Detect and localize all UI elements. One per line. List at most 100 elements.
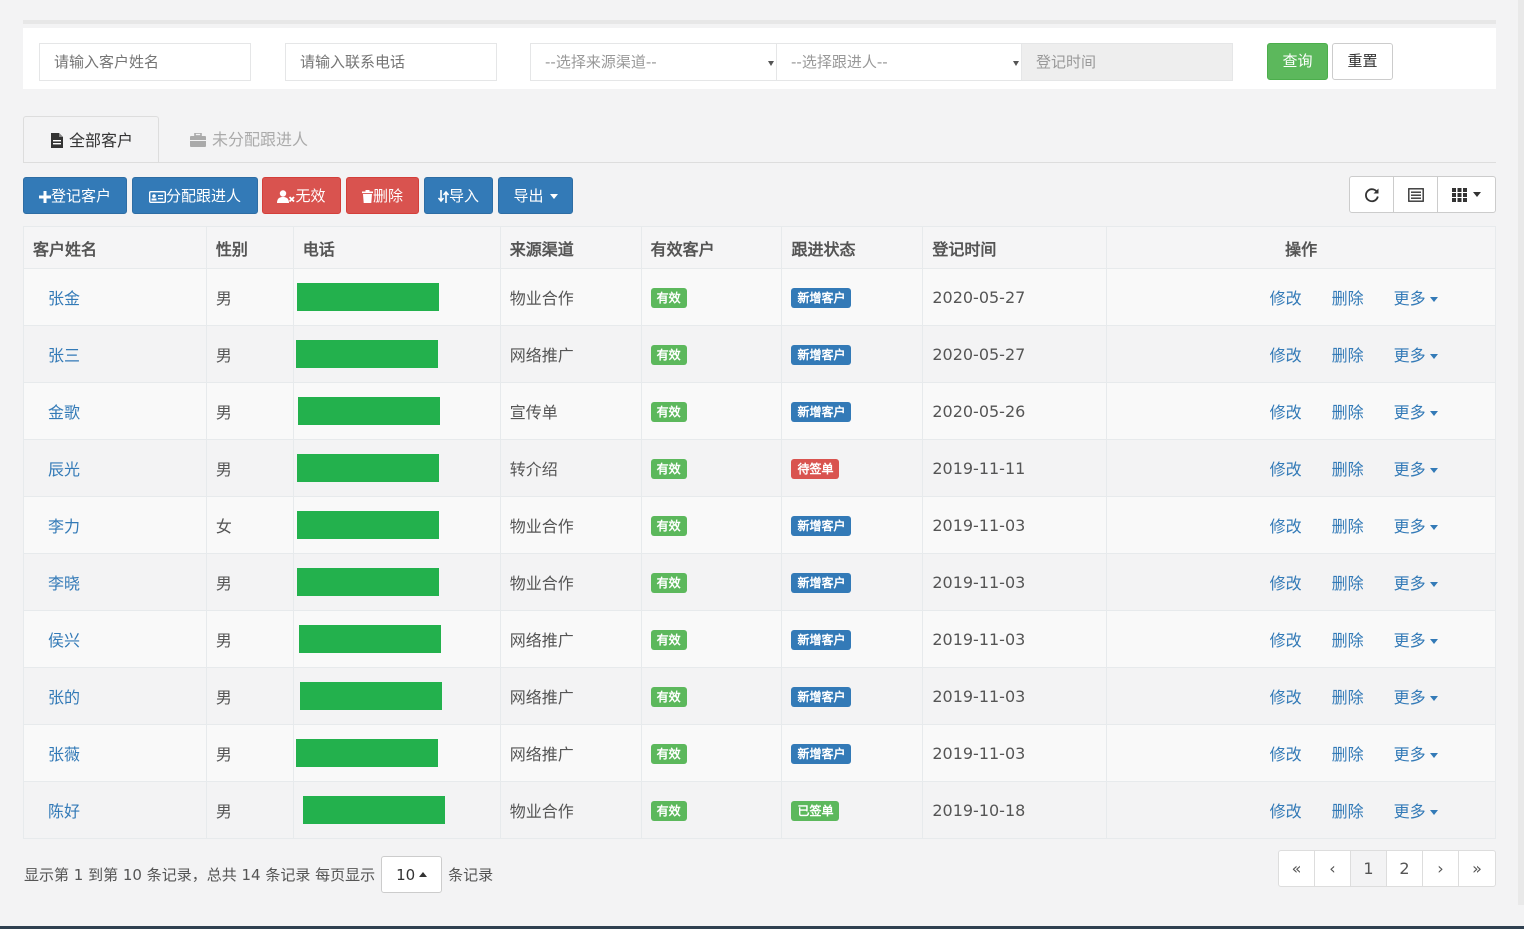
source-cell: 物业合作 [499,781,642,839]
source-cell: 转介绍 [499,439,642,497]
refresh-button[interactable] [1350,177,1394,212]
column-header-gender[interactable]: 性别 [205,226,294,269]
gender-cell: 男 [205,268,294,326]
gender-cell: 男 [205,724,294,782]
table-row: 陈好男 物业合作 有效 已签单 2019-10-18 修改 删除 更多 [23,781,1496,839]
follower-select[interactable]: --选择跟进人-- [776,43,1022,81]
customer-name-link[interactable]: 张三 [23,325,207,383]
customer-name-link[interactable]: 李晓 [23,553,207,611]
column-header-status[interactable]: 跟进状态 [781,226,924,269]
import-button[interactable]: 导入 [424,177,493,214]
phone-redaction [296,454,439,482]
page-first-button[interactable]: « [1279,851,1315,886]
customer-name-link[interactable]: 金歌 [23,382,207,440]
register-customer-button[interactable]: 登记客户 [23,177,127,214]
customer-name-link[interactable]: 张薇 [23,724,207,782]
valid-cell: 有效 [640,439,783,497]
customer-name-link[interactable]: 侯兴 [23,610,207,668]
assign-follower-label: 分配跟进人 [165,187,241,205]
page-prev-button[interactable]: ‹ [1315,851,1351,886]
tab-unassigned[interactable]: 未分配跟进人 [168,116,330,163]
phone-cell [292,610,501,668]
export-dropdown-button[interactable]: 导出 [498,177,573,214]
more-dropdown[interactable]: 更多 [1394,285,1438,309]
valid-badge: 有效 [650,572,687,593]
more-dropdown[interactable]: 更多 [1394,627,1438,651]
query-button[interactable]: 查询 [1267,43,1328,80]
status-badge: 新增客户 [791,401,852,422]
columns-dropdown-button[interactable] [1438,177,1495,212]
customer-name-input[interactable] [39,43,251,81]
scrollbar-track[interactable] [1518,0,1524,905]
phone-input[interactable] [285,43,497,81]
delete-link[interactable]: 删除 [1332,570,1364,594]
more-dropdown[interactable]: 更多 [1394,570,1438,594]
column-header-source[interactable]: 来源渠道 [499,226,642,269]
more-dropdown[interactable]: 更多 [1394,342,1438,366]
edit-link[interactable]: 修改 [1270,627,1302,651]
invalid-button[interactable]: 无效 [262,177,341,214]
delete-link[interactable]: 删除 [1332,798,1364,822]
customer-name-link[interactable]: 张金 [23,268,207,326]
column-header-valid[interactable]: 有效客户 [640,226,783,269]
customer-name-link[interactable]: 陈好 [23,781,207,839]
assign-follower-button[interactable]: 分配跟进人 [132,177,258,214]
id-card-icon [148,190,166,204]
register-date-input[interactable]: 登记时间 [1021,43,1233,81]
table-body: 张金男物业合作 有效 新增客户 2020-05-27 修改 删除 更多 张三男网络推广 有效 新增… [23,268,1496,839]
more-dropdown[interactable]: 更多 [1394,399,1438,423]
chevron-down-icon [1429,753,1438,758]
chevron-down-icon [1473,192,1481,197]
edit-link[interactable]: 修改 [1270,798,1302,822]
column-header-name[interactable]: 客户姓名 [23,226,207,269]
tab-all-customers[interactable]: 全部客户 [23,116,159,163]
delete-link[interactable]: 删除 [1332,342,1364,366]
status-cell: 已签单 [781,781,924,839]
delete-button[interactable]: 删除 [346,177,419,214]
toggle-view-button[interactable] [1394,177,1438,212]
edit-link[interactable]: 修改 [1270,285,1302,309]
more-dropdown[interactable]: 更多 [1394,741,1438,765]
customer-name-link[interactable]: 辰光 [23,439,207,497]
delete-link[interactable]: 删除 [1332,741,1364,765]
valid-badge: 有效 [650,458,687,479]
customer-name-link[interactable]: 张的 [23,667,207,725]
page-2-button[interactable]: 2 [1387,851,1423,886]
date-cell: 2019-10-18 [922,781,1108,839]
page-next-button[interactable]: › [1423,851,1459,886]
more-dropdown[interactable]: 更多 [1394,456,1438,480]
delete-link[interactable]: 删除 [1332,627,1364,651]
delete-link[interactable]: 删除 [1332,399,1364,423]
status-cell: 新增客户 [781,667,924,725]
page-last-button[interactable]: » [1459,851,1495,886]
chevron-down-icon [1429,525,1438,530]
edit-link[interactable]: 修改 [1270,684,1302,708]
edit-link[interactable]: 修改 [1270,741,1302,765]
delete-link[interactable]: 删除 [1332,285,1364,309]
delete-link[interactable]: 删除 [1332,684,1364,708]
valid-cell: 有效 [640,268,783,326]
more-dropdown[interactable]: 更多 [1394,798,1438,822]
delete-link[interactable]: 删除 [1332,456,1364,480]
edit-link[interactable]: 修改 [1270,456,1302,480]
edit-link[interactable]: 修改 [1270,399,1302,423]
column-header-phone[interactable]: 电话 [292,226,501,269]
delete-link[interactable]: 删除 [1332,513,1364,537]
edit-link[interactable]: 修改 [1270,342,1302,366]
column-header-actions: 操作 [1106,226,1496,269]
edit-link[interactable]: 修改 [1270,570,1302,594]
customer-name-link[interactable]: 李力 [23,496,207,554]
source-channel-select[interactable]: --选择来源渠道-- [530,43,777,81]
status-cell: 新增客户 [781,496,924,554]
valid-badge: 有效 [650,287,687,308]
page-size-dropdown[interactable]: 10 [381,856,443,893]
edit-link[interactable]: 修改 [1270,513,1302,537]
customer-table: 客户姓名 性别 电话 来源渠道 有效客户 跟进状态 登记时间 操作 张金男物业合… [23,226,1496,839]
export-label: 导出 [513,187,544,205]
column-header-date[interactable]: 登记时间 [922,226,1108,269]
more-dropdown[interactable]: 更多 [1394,684,1438,708]
page-1-button[interactable]: 1 [1351,851,1387,886]
chevron-down-icon [1429,639,1438,644]
reset-button[interactable]: 重置 [1332,43,1393,80]
more-dropdown[interactable]: 更多 [1394,513,1438,537]
